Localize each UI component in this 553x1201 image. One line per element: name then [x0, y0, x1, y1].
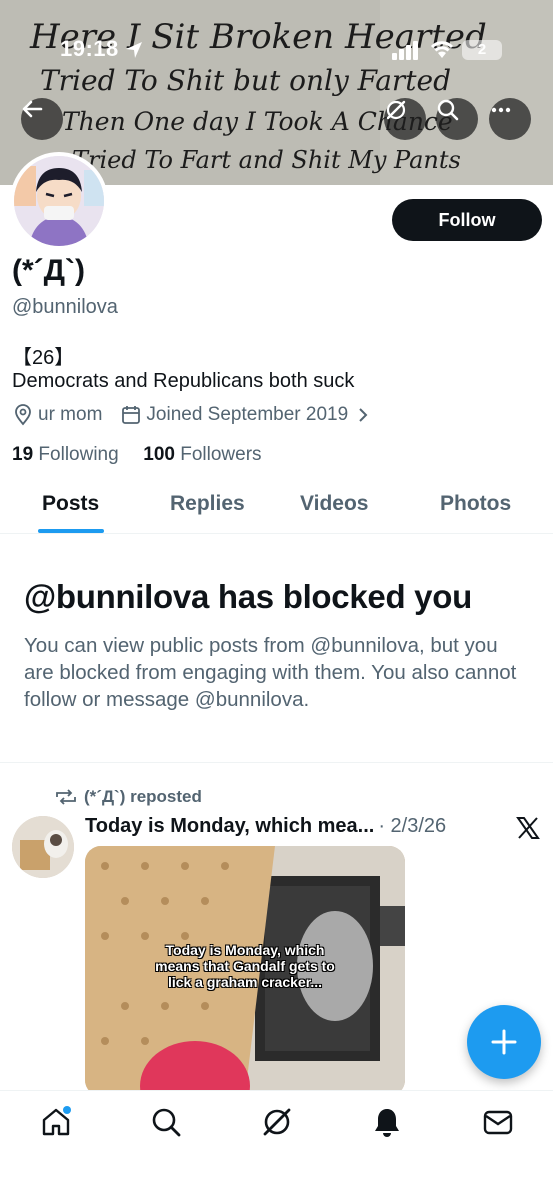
repost-indicator: (*´Д`) reposted	[54, 787, 202, 807]
location-pin-icon	[15, 404, 31, 426]
repost-icon	[56, 789, 76, 805]
follow-stats: 19 Following 100 Followers	[12, 444, 262, 466]
banner-line-2: Tried To Shit but only Farted	[40, 64, 451, 97]
chevron-right-icon	[359, 408, 368, 422]
blocked-title: @bunnilova has blocked you	[24, 578, 472, 615]
location-text: ur mom	[38, 404, 103, 425]
signal-icon	[392, 41, 418, 60]
repost-label: (*´Д`) reposted	[84, 787, 202, 806]
tabs-divider	[0, 533, 553, 534]
avatar-image	[14, 156, 104, 246]
nav-messages[interactable]	[482, 1106, 514, 1138]
post-author-avatar[interactable]	[12, 816, 74, 878]
bio-line-1: 【26】	[12, 347, 75, 369]
tab-posts[interactable]: Posts	[42, 492, 99, 516]
media-caption: Today is Monday, which means that Gandal…	[155, 942, 335, 990]
joined-date-link[interactable]: Joined September 2019	[120, 404, 372, 426]
status-time: 19:18	[60, 36, 119, 61]
search-icon	[152, 1108, 181, 1137]
grok-icon	[386, 100, 406, 120]
location-arrow-icon	[126, 42, 142, 58]
following-link[interactable]: 19 Following	[12, 444, 119, 465]
bio-line-2: Democrats and Republicans both suck	[12, 370, 355, 392]
display-name: (*´Д`)	[12, 254, 86, 287]
x-logo-icon	[516, 817, 540, 839]
battery-level: 2	[477, 41, 487, 58]
banner-line-4: Tried To Fart and Shit My Pants	[72, 146, 461, 174]
tab-replies[interactable]: Replies	[170, 492, 245, 516]
joined-text: Joined September 2019	[146, 404, 349, 425]
nav-notifications[interactable]	[371, 1106, 403, 1138]
profile-meta: ur mom Joined September 2019	[12, 404, 372, 426]
follow-button[interactable]: Follow	[392, 199, 542, 241]
post-title[interactable]: Today is Monday, which mea...	[85, 815, 374, 838]
compose-button[interactable]	[467, 1005, 541, 1079]
post-date[interactable]: · 2/3/26	[378, 815, 446, 838]
plus-icon	[491, 1029, 517, 1055]
following-label: Following	[38, 444, 119, 465]
tab-photos[interactable]: Photos	[440, 492, 511, 516]
search-icon	[437, 99, 459, 121]
nav-search[interactable]	[150, 1106, 182, 1138]
followers-count: 100	[143, 444, 175, 465]
followers-link[interactable]: 100 Followers	[143, 444, 261, 465]
section-divider	[0, 762, 553, 763]
home-icon	[42, 1106, 71, 1136]
wifi-icon	[430, 41, 454, 58]
grok-icon	[263, 1108, 291, 1136]
profile-avatar[interactable]	[10, 152, 108, 250]
followers-label: Followers	[180, 444, 262, 465]
following-count: 19	[12, 444, 34, 465]
post-header: Today is Monday, which mea... · 2/3/26	[85, 815, 446, 838]
nav-grok[interactable]	[261, 1106, 293, 1138]
post-media[interactable]: Today is Monday, which means that Gandal…	[85, 846, 405, 1096]
tab-videos[interactable]: Videos	[300, 492, 368, 516]
messages-icon	[483, 1110, 513, 1135]
post-avatar-image	[12, 816, 74, 878]
back-button[interactable]	[21, 98, 63, 140]
nav-home[interactable]	[40, 1106, 72, 1138]
grok-button[interactable]	[384, 98, 426, 140]
back-arrow-icon	[22, 100, 43, 118]
calendar-icon	[122, 406, 141, 424]
more-button[interactable]	[489, 98, 531, 140]
profile-handle: @bunnilova	[12, 296, 118, 318]
search-button[interactable]	[436, 98, 478, 140]
blocked-description: You can view public posts from @bunnilov…	[24, 634, 517, 711]
more-icon	[491, 107, 511, 113]
battery-indicator: 2	[462, 40, 502, 60]
notifications-icon	[375, 1109, 399, 1137]
